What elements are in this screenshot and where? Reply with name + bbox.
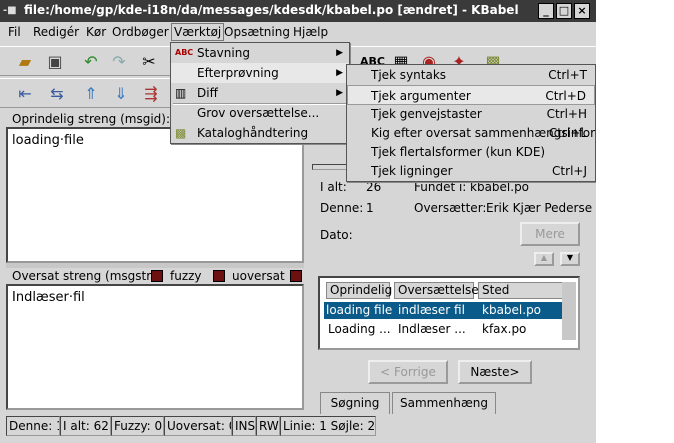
status-insert-mode: INS (232, 416, 256, 436)
status-cursor-position: Linie: 1 Søjle: 27 (280, 416, 376, 436)
app-menu-icon[interactable]: -■ (3, 3, 19, 19)
menu-help[interactable]: Hjælp (293, 25, 328, 39)
submenu-arrow-icon: ▶ (336, 48, 343, 58)
menu-file[interactable]: Fil (8, 25, 21, 39)
translated-string-editor[interactable]: Indlæser·fil (6, 284, 304, 410)
previous-button[interactable]: < Forrige (368, 360, 448, 384)
column-location[interactable]: Sted (478, 282, 568, 299)
first-entry-icon[interactable]: ⇤ (14, 83, 36, 105)
close-button[interactable]: × (574, 3, 590, 19)
menu-item-check-equations[interactable]: Tjek ligninger Ctrl+J (347, 161, 595, 181)
next-button[interactable]: Næste> (458, 360, 532, 384)
menu-dictionaries[interactable]: Ordbøger (112, 25, 169, 39)
title-bar: -■ file:/home/gp/kde-i18n/da/messages/kd… (0, 0, 596, 22)
menu-bar: Fil Redigér Kør Ordbøger Værktøj Opsætni… (0, 22, 596, 43)
fuzzy-label: fuzzy (170, 269, 202, 283)
undo-icon[interactable]: ↶ (80, 51, 102, 73)
navigation-toolbar: ⇤ ⇆ ⇑ ⇓ ⇶ (0, 78, 172, 108)
previous-entry-icon[interactable]: ⇑ (80, 83, 102, 105)
column-translation[interactable]: Oversættelse (394, 282, 479, 299)
diff-menu-icon: ▥ (175, 86, 187, 100)
validation-submenu: Tjek syntaks Ctrl+T Tjek argumenter Ctrl… (346, 64, 596, 182)
kbabel-window: -■ file:/home/gp/kde-i18n/da/messages/kd… (0, 0, 596, 443)
menu-item-diff[interactable]: ▥ Diff ▶ (171, 83, 349, 103)
total-value: 26 (366, 180, 382, 194)
original-string-label: Oprindelig streng (msgid): (12, 112, 170, 126)
splitter[interactable] (6, 263, 304, 268)
redo-icon[interactable]: ↷ (108, 51, 130, 73)
status-fuzzy: Fuzzy: 0 (111, 416, 164, 436)
error-indicator (290, 270, 302, 282)
status-read-write: RW (256, 416, 280, 436)
status-total: I alt: 621 (60, 416, 111, 436)
status-untranslated: Uoversat: 0 (164, 416, 232, 436)
status-bar: Denne: 1 I alt: 621 Fuzzy: 0 Uoversat: 0… (0, 416, 596, 436)
next-error-icon[interactable]: ⇶ (140, 83, 162, 105)
menu-item-look-for-context[interactable]: Kig efter oversat sammenhængsinformation… (347, 123, 596, 143)
spelling-icon: ABC (175, 48, 194, 57)
column-original[interactable]: Oprindelig (326, 282, 392, 299)
date-label: Dato: (320, 228, 353, 242)
found-label: Fundet i: (414, 180, 467, 194)
window-title: file:/home/gp/kde-i18n/da/messages/kdesd… (24, 3, 519, 17)
result-row[interactable]: loading file indlæser fil kbabel.po (324, 302, 562, 319)
untranslated-label: uoversat (232, 269, 285, 283)
open-file-icon[interactable]: ▰ (14, 51, 36, 73)
cut-icon[interactable]: ✂ (138, 51, 160, 73)
menu-go[interactable]: Kør (86, 25, 106, 39)
up-arrow-icon[interactable]: ▲ (534, 252, 554, 266)
submenu-arrow-icon: ▶ (336, 88, 343, 98)
submenu-arrow-icon: ▶ (336, 68, 343, 78)
menu-settings[interactable]: Opsætning (224, 25, 290, 39)
previous-fuzzy-icon[interactable]: ⇆ (46, 83, 68, 105)
down-arrow-icon[interactable]: ▼ (560, 252, 580, 266)
translator-label: Oversætter: (414, 201, 487, 215)
translated-string-label: Oversat streng (msgstr): (12, 269, 160, 283)
menu-item-check-arguments[interactable]: Tjek argumenter Ctrl+D (347, 85, 595, 105)
menu-item-check-syntax[interactable]: Tjek syntaks Ctrl+T (347, 65, 595, 85)
next-entry-icon[interactable]: ⇓ (110, 83, 132, 105)
menu-item-check-plurals[interactable]: Tjek flertalsformer (kun KDE) (347, 142, 595, 162)
catalog-manager-icon: ▩ (175, 126, 187, 140)
this-value: 1 (366, 201, 374, 215)
menu-item-catalog-manager[interactable]: ▩ Kataloghåndtering (171, 123, 349, 143)
menu-edit[interactable]: Redigér (33, 25, 79, 39)
minimize-button[interactable]: _ (538, 3, 554, 19)
total-label: I alt: (320, 180, 347, 194)
search-results-list[interactable]: Oprindelig Oversættelse Sted loading fil… (318, 276, 580, 350)
original-string-text: loading·file (12, 133, 84, 148)
original-string-box: loading·file (6, 127, 304, 263)
result-row[interactable]: Loading ... Indlæser ... kfax.po (324, 321, 562, 338)
translated-string-text: Indlæser·fil (12, 290, 85, 305)
menu-item-validation[interactable]: Efterprøvning ▶ (171, 63, 349, 83)
found-value: kbabel.po (470, 180, 530, 194)
this-label: Denne: (320, 201, 364, 215)
maximize-button[interactable]: □ (556, 3, 572, 19)
fuzzy-indicator (151, 270, 163, 282)
menu-item-check-accelerators[interactable]: Tjek genvejstaster Ctrl+H (347, 104, 595, 124)
menu-tools[interactable]: Værktøj (171, 23, 225, 41)
list-vscrollbar[interactable] (562, 282, 576, 340)
tab-context[interactable]: Sammenhæng (392, 392, 496, 414)
tab-search[interactable]: Søgning (320, 392, 390, 414)
save-icon[interactable]: ▣ (44, 51, 66, 73)
menu-item-rough-translation[interactable]: Grov oversættelse... (171, 103, 349, 123)
untranslated-indicator (213, 270, 225, 282)
status-current: Denne: 1 (6, 416, 60, 436)
menu-item-spelling[interactable]: ABC Stavning ▶ (171, 43, 349, 63)
translator-value: Erik Kjær Pederse (486, 201, 593, 215)
more-button[interactable]: Mere (520, 222, 580, 246)
tools-menu: ABC Stavning ▶ Efterprøvning ▶ ▥ Diff ▶ … (170, 42, 350, 144)
